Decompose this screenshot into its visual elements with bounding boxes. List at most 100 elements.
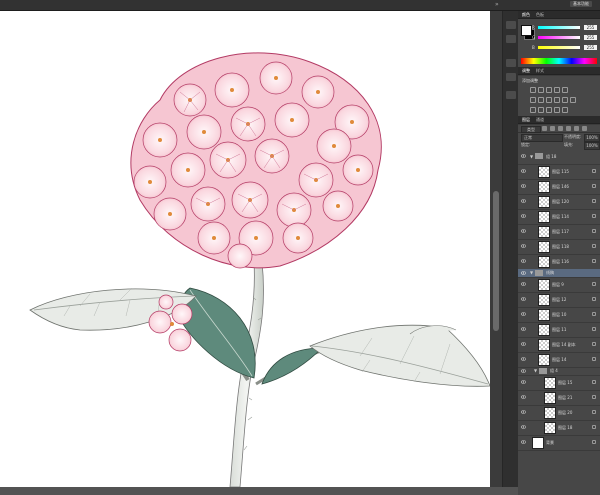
visibility-eye-icon[interactable] (521, 440, 526, 444)
layer-group-row[interactable]: ▼ 组 18 (518, 149, 600, 165)
visibility-eye-icon[interactable] (521, 169, 526, 173)
channel-mixer-icon[interactable] (562, 97, 568, 103)
layer-row[interactable]: 图层 20 (518, 405, 600, 421)
selective-color-icon[interactable] (562, 107, 568, 113)
visibility-eye-icon[interactable] (521, 342, 526, 346)
visibility-eye-icon[interactable] (521, 327, 526, 331)
layer-row[interactable]: 图层 14 副本 (518, 337, 600, 353)
visibility-eye-icon[interactable] (521, 184, 526, 188)
g-bar[interactable] (538, 36, 580, 39)
r-bar[interactable] (538, 26, 580, 29)
hue-saturation-icon[interactable] (530, 97, 536, 103)
adjust-filter-icon[interactable] (550, 126, 555, 131)
layer-row[interactable]: 图层 18 (518, 420, 600, 436)
layer-row[interactable]: 图层 14 (518, 352, 600, 368)
visibility-eye-icon[interactable] (521, 271, 526, 275)
smart-filter-icon[interactable] (574, 126, 579, 131)
invert-icon[interactable] (530, 107, 536, 113)
layer-row[interactable]: 图层 21 (518, 390, 600, 406)
visibility-eye-icon[interactable] (521, 425, 526, 429)
color-spectrum[interactable] (521, 58, 597, 64)
visibility-eye-icon[interactable] (521, 259, 526, 263)
layer-row[interactable]: 图层 15 (518, 375, 600, 391)
b-slider[interactable]: B 255 (532, 45, 598, 50)
b-bar[interactable] (538, 46, 580, 49)
visibility-eye-icon[interactable] (521, 410, 526, 414)
expand-arrow-icon[interactable]: ▼ (534, 368, 537, 373)
visibility-eye-icon[interactable] (521, 282, 526, 286)
visibility-eye-icon[interactable] (521, 214, 526, 218)
layer-row[interactable]: 图层 118 (518, 239, 600, 255)
properties-icon[interactable] (506, 35, 516, 43)
brush-preset-icon[interactable] (506, 59, 516, 67)
top-options-bar: » 基本功能 (0, 0, 600, 11)
pixel-filter-icon[interactable] (542, 126, 547, 131)
r-slider[interactable]: R 255 (532, 25, 598, 30)
visibility-eye-icon[interactable] (521, 154, 526, 158)
visibility-eye-icon[interactable] (521, 380, 526, 384)
tab-adjustments[interactable]: 调整 (522, 67, 530, 74)
levels-icon[interactable] (538, 87, 544, 93)
layer-row[interactable]: 图层 10 (518, 307, 600, 323)
visibility-eye-icon[interactable] (521, 357, 526, 361)
collapse-arrow-icon[interactable]: » (495, 1, 499, 8)
shape-filter-icon[interactable] (566, 126, 571, 131)
expand-arrow-icon[interactable]: ▼ (530, 270, 533, 275)
visibility-eye-icon[interactable] (521, 395, 526, 399)
color-lookup-icon[interactable] (570, 97, 576, 103)
brightness-icon[interactable] (530, 87, 536, 93)
canvas-vertical-scrollbar[interactable] (490, 11, 502, 487)
layer-thumbnail (538, 241, 550, 253)
paragraph-icon[interactable] (506, 91, 516, 99)
filter-kind-select[interactable]: 类型 (521, 126, 541, 133)
tab-color[interactable]: 颜色 (522, 11, 530, 18)
layer-row[interactable]: 图层 120 (518, 194, 600, 210)
r-value-field[interactable]: 255 (584, 25, 597, 30)
gradient-map-icon[interactable] (554, 107, 560, 113)
tab-channels[interactable]: 通道 (536, 116, 544, 123)
tab-layers[interactable]: 图层 (522, 116, 530, 123)
layer-name: 图层 117 (552, 229, 569, 234)
lock-icon (592, 229, 596, 233)
character-icon[interactable] (506, 73, 516, 81)
background-layer-row[interactable]: 背景 (518, 435, 600, 451)
type-filter-icon[interactable] (558, 126, 563, 131)
g-slider[interactable]: G 255 (532, 35, 598, 40)
layer-thumbnail (544, 377, 556, 389)
photo-filter-icon[interactable] (554, 97, 560, 103)
visibility-eye-icon[interactable] (521, 369, 526, 373)
foreground-color-swatch[interactable] (521, 25, 532, 36)
workspace-switcher[interactable]: 基本功能 (570, 1, 592, 7)
layer-row[interactable]: 图层 11 (518, 322, 600, 338)
exposure-icon[interactable] (554, 87, 560, 93)
filter-toggle-icon[interactable] (582, 126, 587, 131)
opacity-label: 不透明度: (564, 134, 582, 139)
layer-thumbnail (544, 392, 556, 404)
layer-row[interactable]: 图层 114 (518, 209, 600, 225)
tab-swatches[interactable]: 色板 (536, 11, 544, 18)
layer-row[interactable]: 图层 9 (518, 277, 600, 293)
posterize-icon[interactable] (538, 107, 544, 113)
layer-row[interactable]: 图层 146 (518, 179, 600, 195)
scrollbar-thumb[interactable] (493, 191, 499, 331)
tab-styles[interactable]: 样式 (536, 67, 544, 74)
visibility-eye-icon[interactable] (521, 229, 526, 233)
g-value-field[interactable]: 255 (584, 35, 597, 40)
color-balance-icon[interactable] (538, 97, 544, 103)
visibility-eye-icon[interactable] (521, 244, 526, 248)
curves-icon[interactable] (546, 87, 552, 93)
layer-row[interactable]: 图层 116 (518, 254, 600, 270)
visibility-eye-icon[interactable] (521, 199, 526, 203)
visibility-eye-icon[interactable] (521, 312, 526, 316)
vibrance-icon[interactable] (562, 87, 568, 93)
b-value-field[interactable]: 255 (584, 45, 597, 50)
layer-row[interactable]: 图层 115 (518, 164, 600, 180)
black-white-icon[interactable] (546, 97, 552, 103)
layer-row[interactable]: 图层 12 (518, 292, 600, 308)
visibility-eye-icon[interactable] (521, 297, 526, 301)
layer-row[interactable]: 图层 117 (518, 224, 600, 240)
threshold-icon[interactable] (546, 107, 552, 113)
document-canvas[interactable] (0, 11, 490, 487)
expand-arrow-icon[interactable]: ▼ (530, 154, 533, 159)
history-icon[interactable] (506, 21, 516, 29)
